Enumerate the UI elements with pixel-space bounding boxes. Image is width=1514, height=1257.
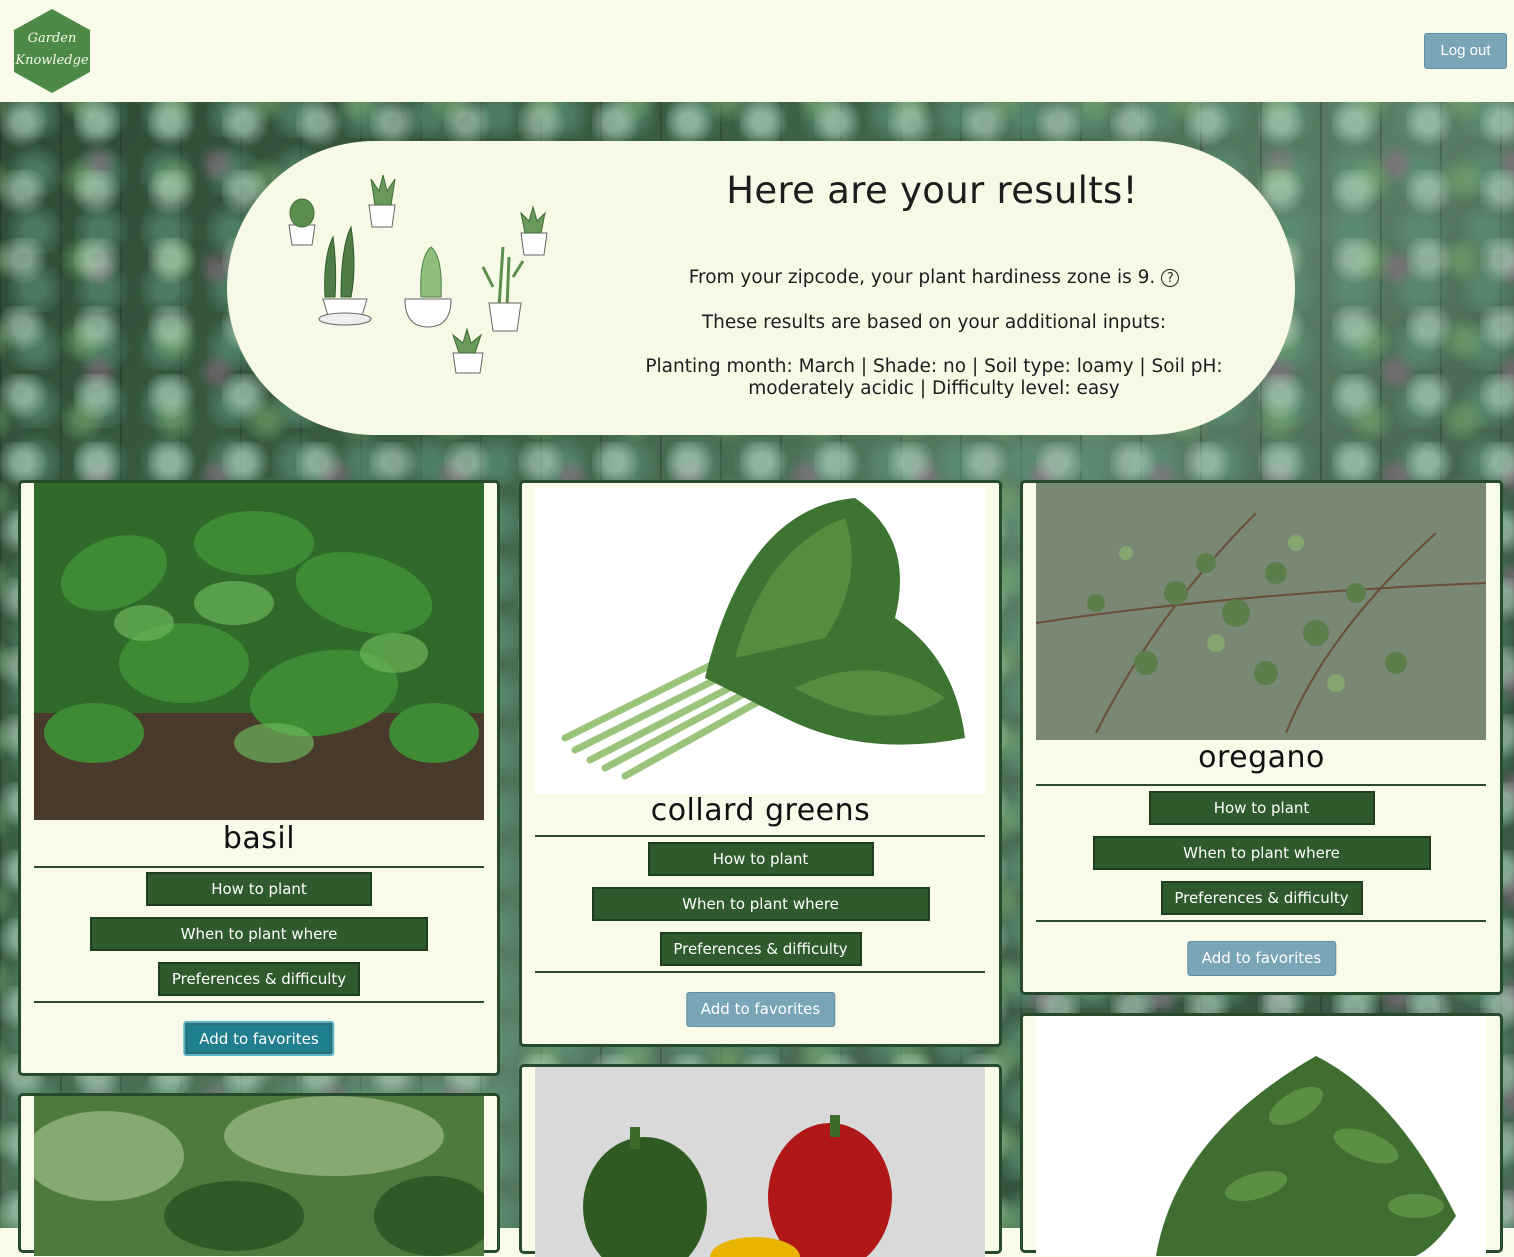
divider	[535, 971, 985, 973]
inputs-intro-text: These results are based on your addition…	[701, 312, 1167, 333]
logo-text: Garden Knowledge	[15, 31, 89, 68]
add-to-favorites-button[interactable]: Add to favorites	[183, 1021, 335, 1056]
hardiness-zone-text: From your zipcode, your plant hardiness …	[688, 267, 1156, 288]
squash-plant-photo	[34, 1096, 484, 1256]
divider	[1036, 920, 1486, 922]
how-to-plant-button[interactable]: How to plant	[146, 872, 372, 906]
inputs-summary-text: Planting month: March | Shade: no | Soil…	[645, 356, 1223, 399]
plant-card: collard greens How to plant When to plan…	[519, 480, 1002, 1047]
divider	[1036, 784, 1486, 786]
preferences-difficulty-button[interactable]: Preferences & difficulty	[158, 962, 360, 996]
how-to-plant-button[interactable]: How to plant	[647, 842, 874, 876]
plant-card	[18, 1093, 500, 1256]
basil-image	[34, 483, 484, 820]
hardiness-zone-line: From your zipcode, your plant hardiness …	[607, 267, 1261, 289]
plant-name: collard greens	[650, 793, 871, 828]
divider	[535, 835, 985, 837]
plant-name: basil	[222, 821, 296, 856]
collard-greens-photo	[535, 488, 985, 794]
plant-image	[1036, 1016, 1486, 1256]
herb-bunch-photo	[1036, 1016, 1486, 1256]
help-question-icon[interactable]: ?	[1161, 269, 1180, 287]
results-title: Here are your results!	[726, 169, 1138, 212]
oregano-image	[1036, 483, 1486, 740]
when-to-plant-where-button[interactable]: When to plant where	[1092, 836, 1431, 870]
divider	[34, 1001, 484, 1003]
logout-button[interactable]: Log out	[1424, 33, 1507, 69]
basil-photo	[34, 483, 484, 820]
top-navbar: Garden Knowledge Log out	[0, 0, 1514, 102]
divider	[34, 866, 484, 868]
plant-card: oregano How to plant When to plant where…	[1020, 480, 1503, 995]
when-to-plant-where-button[interactable]: When to plant where	[90, 917, 428, 951]
plant-name: oregano	[1198, 740, 1325, 775]
plant-image	[535, 1067, 985, 1257]
plant-image	[34, 1096, 484, 1256]
oregano-photo	[1036, 483, 1486, 740]
preferences-difficulty-button[interactable]: Preferences & difficulty	[659, 932, 862, 966]
plant-card: basil How to plant When to plant where P…	[18, 480, 500, 1076]
when-to-plant-where-button[interactable]: When to plant where	[591, 887, 930, 921]
add-to-favorites-button[interactable]: Add to favorites	[685, 992, 836, 1027]
garden-knowledge-logo[interactable]: Garden Knowledge	[12, 8, 92, 94]
plant-card	[519, 1064, 1002, 1257]
results-panel: Here are your results! From your zipcode…	[227, 141, 1295, 435]
preferences-difficulty-button[interactable]: Preferences & difficulty	[1160, 881, 1363, 915]
collard-greens-image	[535, 488, 985, 794]
how-to-plant-button[interactable]: How to plant	[1148, 791, 1375, 825]
potted-plants-illustration	[288, 174, 548, 374]
add-to-favorites-button[interactable]: Add to favorites	[1186, 941, 1337, 976]
plant-card	[1020, 1013, 1503, 1256]
bell-peppers-photo	[535, 1067, 985, 1257]
